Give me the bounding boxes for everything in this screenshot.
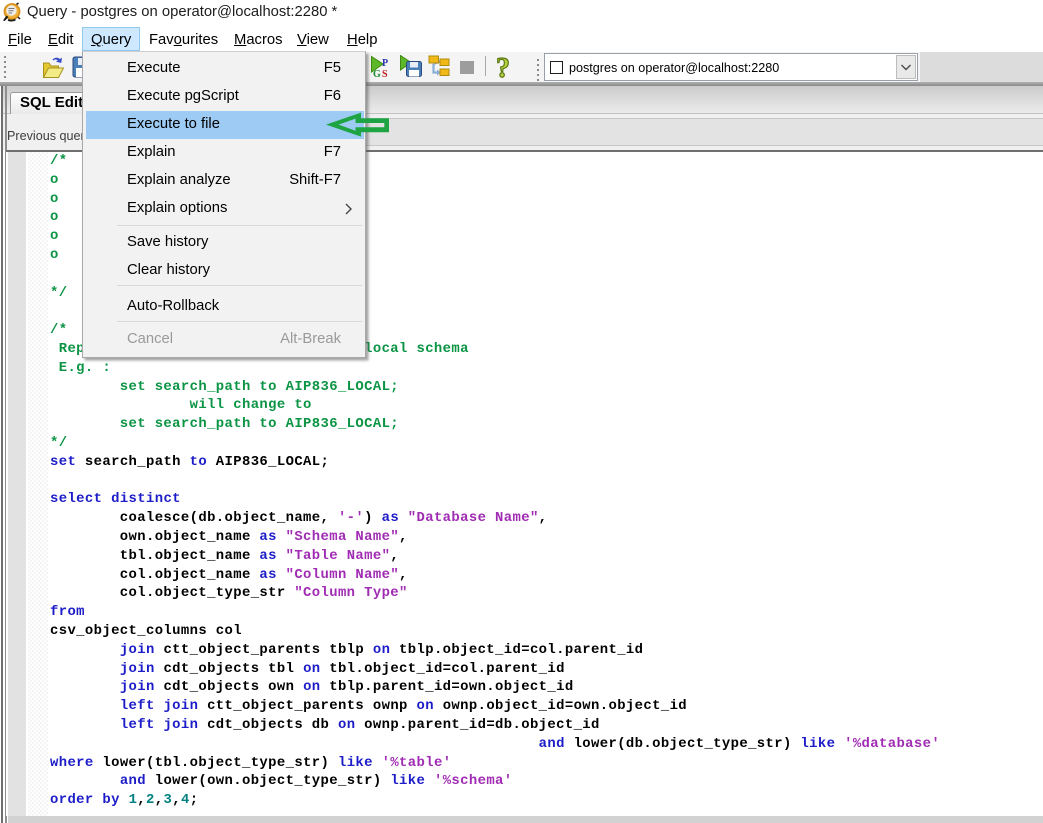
svg-text:P: P [382, 58, 388, 69]
svg-text:S: S [382, 69, 388, 78]
svg-text:?: ? [496, 53, 510, 81]
svg-text:G: G [373, 69, 381, 78]
